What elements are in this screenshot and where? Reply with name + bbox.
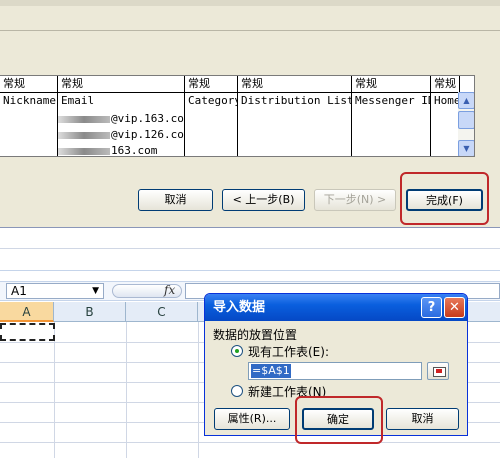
scroll-up-icon[interactable]: ▲ bbox=[458, 92, 474, 109]
existing-sheet-radio[interactable] bbox=[231, 345, 243, 357]
column-type-cell[interactable]: 常规 bbox=[238, 76, 352, 92]
preview-vertical-scrollbar[interactable]: ▲ ▼ bbox=[458, 92, 474, 156]
new-sheet-radio[interactable] bbox=[231, 385, 243, 397]
wizard-top-edge bbox=[0, 0, 500, 6]
column-header-A[interactable]: A bbox=[0, 302, 54, 322]
preview-col-messenger bbox=[352, 111, 431, 156]
wizard-divider bbox=[0, 30, 500, 31]
dialog-title: 导入数据 bbox=[213, 300, 266, 315]
column-type-cell[interactable]: 常规 bbox=[352, 76, 431, 92]
icon-marker bbox=[436, 369, 442, 373]
preview-cell: Home bbox=[431, 93, 460, 111]
collapse-dialog-icon[interactable] bbox=[427, 362, 449, 380]
sheet-divider bbox=[0, 270, 500, 271]
dropdown-arrow-icon[interactable]: ▼ bbox=[92, 284, 99, 298]
dialog-cancel-button[interactable]: 取消 bbox=[386, 408, 459, 430]
column-type-row: 常规 常规 常规 常规 常规 常规 bbox=[0, 76, 460, 93]
cell-reference-input[interactable]: =$A$1 bbox=[248, 362, 422, 380]
existing-sheet-label: 现有工作表(E): bbox=[248, 345, 329, 359]
email-cell: 163.com bbox=[58, 143, 158, 157]
column-type-cell[interactable]: 常规 bbox=[185, 76, 238, 92]
close-icon[interactable]: ✕ bbox=[444, 297, 465, 318]
sheet-divider bbox=[0, 248, 500, 249]
redacted-blur bbox=[58, 115, 110, 123]
preview-cell: Nickname bbox=[0, 93, 58, 111]
wizard-cancel-button[interactable]: 取消 bbox=[138, 189, 213, 211]
text-import-wizard: 常规 常规 常规 常规 常规 常规 Nickname Email Categor… bbox=[0, 0, 500, 228]
preview-cell: Category bbox=[185, 93, 238, 111]
column-header-C[interactable]: C bbox=[126, 302, 198, 322]
name-box[interactable]: A1 ▼ bbox=[6, 283, 104, 299]
email-value: 163.com bbox=[111, 144, 158, 157]
wizard-next-button: 下一步(N) > bbox=[314, 189, 396, 211]
selected-cell-A1[interactable] bbox=[0, 323, 55, 341]
email-cell: @vip.163.com bbox=[58, 111, 185, 127]
email-cell: @vip.126.com bbox=[58, 127, 185, 143]
grid-line bbox=[0, 442, 500, 443]
email-value: @vip.163.com bbox=[111, 112, 185, 125]
preview-cell: Distribution Lists bbox=[238, 93, 352, 111]
redacted-blur bbox=[58, 131, 110, 139]
finish-highlight-box bbox=[400, 172, 489, 225]
wizard-back-button[interactable]: < 上一步(B) bbox=[222, 189, 305, 211]
preview-col-email: @vip.163.com @vip.126.com 163.com bbox=[58, 111, 185, 157]
radio-dot bbox=[235, 349, 239, 353]
preview-cell: Email bbox=[58, 93, 185, 111]
scroll-thumb[interactable] bbox=[458, 111, 474, 129]
preview-col-nickname bbox=[0, 111, 58, 156]
preview-col-home bbox=[431, 111, 460, 156]
column-header-B[interactable]: B bbox=[54, 302, 126, 322]
preview-cell: Messenger ID bbox=[352, 93, 431, 111]
fx-icon[interactable]: fx bbox=[164, 283, 175, 297]
redacted-blur bbox=[58, 147, 110, 155]
properties-button[interactable]: 属性(R)... bbox=[214, 408, 290, 430]
column-type-cell[interactable]: 常规 bbox=[58, 76, 185, 92]
email-value: @vip.126.com bbox=[111, 128, 185, 141]
preview-header-row: Nickname Email Category Distribution Lis… bbox=[0, 93, 460, 111]
preview-body: @vip.163.com @vip.126.com 163.com bbox=[0, 111, 460, 157]
data-preview-pane[interactable]: 常规 常规 常规 常规 常规 常规 Nickname Email Categor… bbox=[0, 75, 475, 157]
cell-reference-value: =$A$1 bbox=[251, 364, 291, 378]
ok-highlight-box bbox=[295, 396, 383, 444]
help-icon[interactable]: ? bbox=[421, 297, 442, 318]
preview-col-distribution bbox=[238, 111, 352, 156]
placement-label: 数据的放置位置 bbox=[213, 328, 298, 342]
preview-col-category bbox=[185, 111, 238, 156]
scroll-down-icon[interactable]: ▼ bbox=[458, 140, 474, 156]
column-type-cell[interactable]: 常规 bbox=[431, 76, 460, 92]
name-box-value: A1 bbox=[11, 284, 27, 298]
column-type-cell[interactable]: 常规 bbox=[0, 76, 58, 92]
